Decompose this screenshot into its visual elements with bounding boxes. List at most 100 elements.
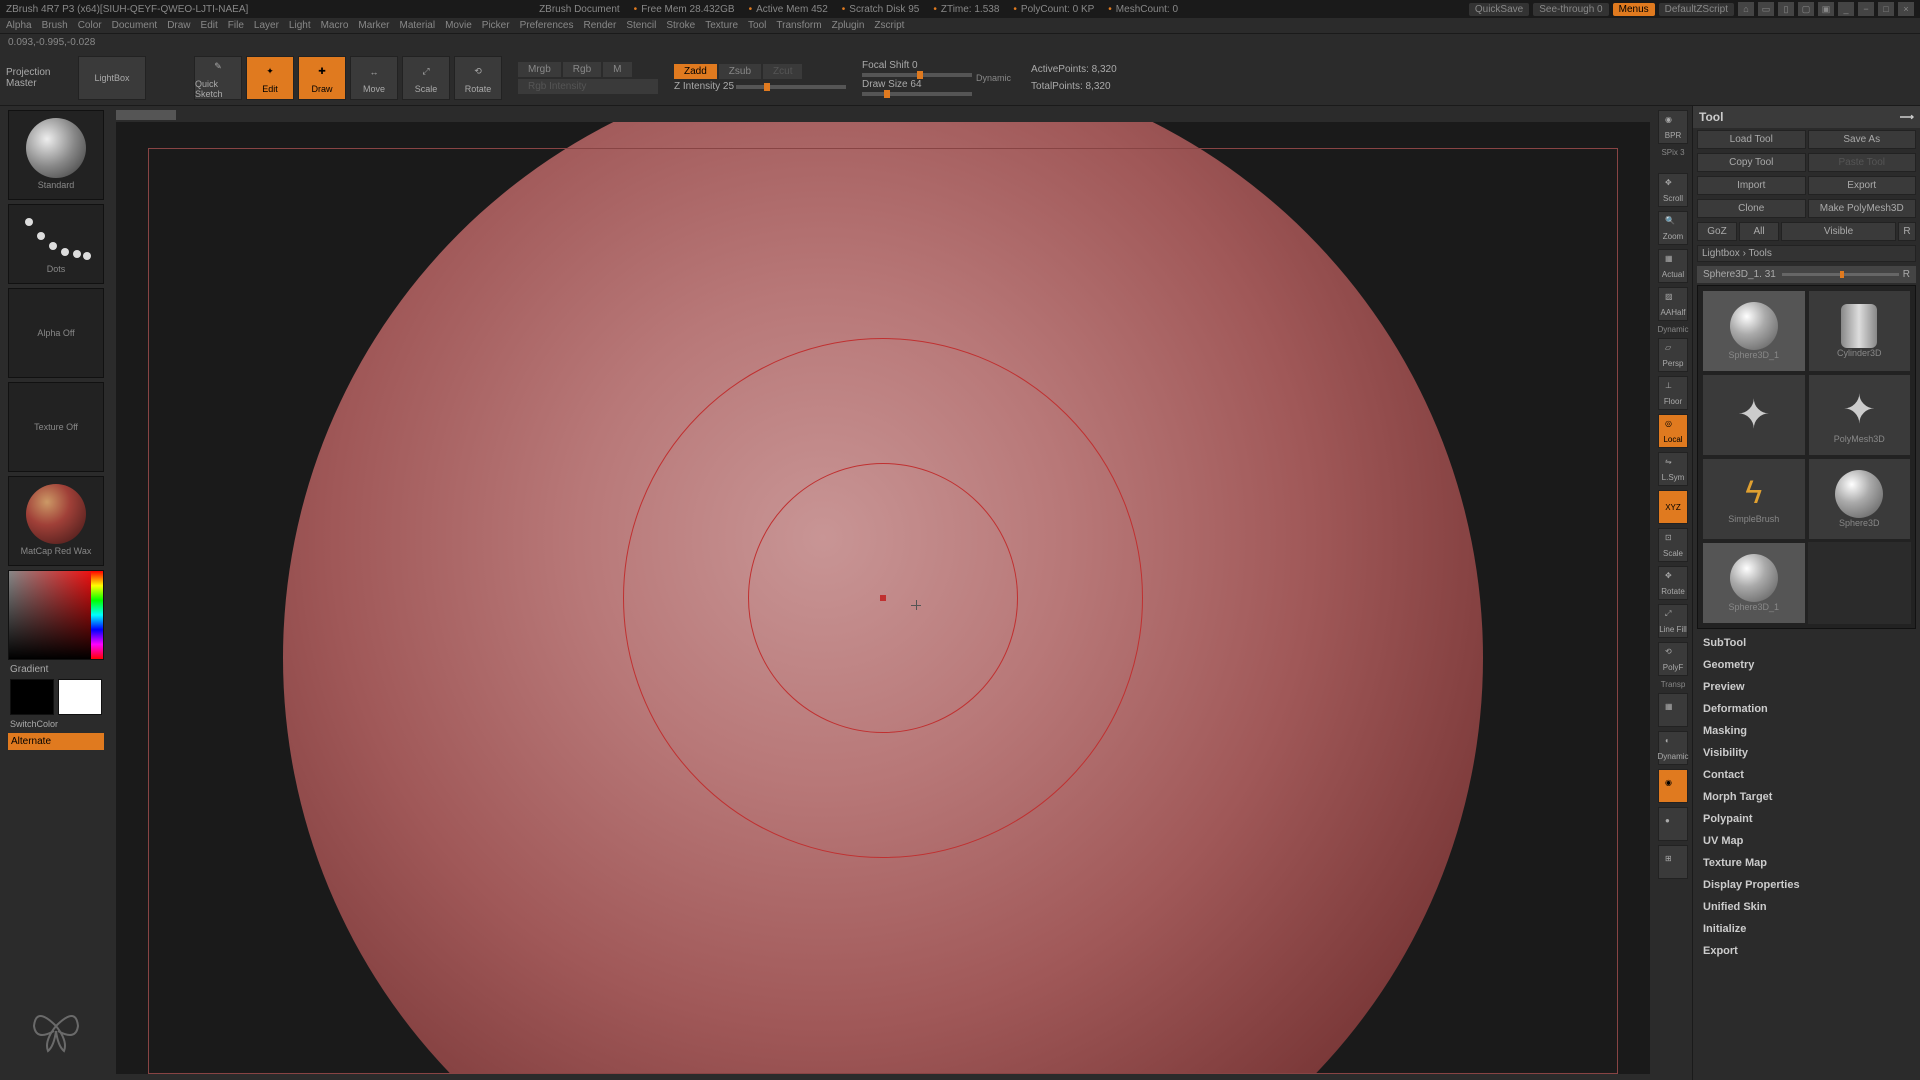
goz-r-button[interactable]: R (1898, 222, 1916, 241)
focal-shift-slider[interactable] (862, 73, 972, 77)
canvas-tab[interactable] (116, 110, 176, 120)
frame-button[interactable]: ⊡Scale (1658, 528, 1688, 562)
xpose-button[interactable]: ⊞ (1658, 845, 1688, 879)
zoom-button[interactable]: 🔍Zoom (1658, 211, 1688, 245)
layout2-icon[interactable]: ▯ (1778, 2, 1794, 16)
stroke-slot[interactable]: Dots (8, 204, 104, 284)
move-button[interactable]: ↔ Move (350, 56, 398, 100)
transp-button[interactable]: ◐Dynamic (1658, 731, 1688, 765)
primary-color-swatch[interactable] (58, 679, 102, 715)
alpha-slot[interactable]: Alpha Off (8, 288, 104, 378)
subpanel-export[interactable]: Export (1697, 941, 1916, 961)
spix-label[interactable]: SPix 3 (1661, 148, 1684, 157)
lightbox-button[interactable]: LightBox (78, 56, 146, 100)
home-icon[interactable]: ⌂ (1738, 2, 1754, 16)
draw-button[interactable]: ✚ Draw (298, 56, 346, 100)
local-button[interactable]: ◎Local (1658, 414, 1688, 448)
solo-button[interactable]: ● (1658, 807, 1688, 841)
goz-button[interactable]: GoZ (1697, 222, 1737, 241)
viewport[interactable] (116, 122, 1650, 1074)
brush-slot[interactable]: Standard (8, 110, 104, 200)
aahalf-button[interactable]: ▨AAHalf (1658, 287, 1688, 321)
layout1-icon[interactable]: ▭ (1758, 2, 1774, 16)
load-tool-button[interactable]: Load Tool (1697, 130, 1806, 149)
tool-panel-header[interactable]: Tool ⟶ (1693, 106, 1920, 128)
menu-light[interactable]: Light (289, 20, 311, 31)
maximize-icon[interactable]: □ (1878, 2, 1894, 16)
subpanel-displayprops[interactable]: Display Properties (1697, 875, 1916, 895)
gradient-label[interactable]: Gradient (4, 664, 48, 675)
close-icon[interactable]: × (1898, 2, 1914, 16)
subpanel-geometry[interactable]: Geometry (1697, 655, 1916, 675)
defaultzscript-button[interactable]: DefaultZScript (1659, 3, 1734, 16)
dynamic-toggle[interactable]: Dynamic (976, 73, 1011, 83)
menu-stroke[interactable]: Stroke (666, 20, 695, 31)
persp-button[interactable]: ▱Persp (1658, 338, 1688, 372)
make-polymesh-button[interactable]: Make PolyMesh3D (1808, 199, 1917, 218)
hide-icon[interactable]: _ (1838, 2, 1854, 16)
menu-brush[interactable]: Brush (42, 20, 68, 31)
paste-tool-button[interactable]: Paste Tool (1808, 153, 1917, 172)
export-button[interactable]: Export (1808, 176, 1917, 195)
zadd-button[interactable]: Zadd (674, 64, 717, 79)
tool-item-sphere3d[interactable]: Sphere3D (1808, 458, 1912, 540)
minimize-icon[interactable]: − (1858, 2, 1874, 16)
lsym-button[interactable]: ⇋L.Sym (1658, 452, 1688, 486)
scale-button[interactable]: ⤢ Scale (402, 56, 450, 100)
clone-button[interactable]: Clone (1697, 199, 1806, 218)
bpr-button[interactable]: ◉BPR (1658, 110, 1688, 144)
tool-item-sphere3d-1b[interactable]: Sphere3D_1 (1702, 542, 1806, 624)
rgb-intensity-slider[interactable]: Rgb Intensity (518, 79, 658, 94)
menu-document[interactable]: Document (112, 20, 158, 31)
save-as-button[interactable]: Save As (1808, 130, 1917, 149)
move-nav-button[interactable]: ✥Rotate (1658, 566, 1688, 600)
copy-tool-button[interactable]: Copy Tool (1697, 153, 1806, 172)
menu-render[interactable]: Render (584, 20, 617, 31)
subpanel-contact[interactable]: Contact (1697, 765, 1916, 785)
polyf-button[interactable]: ▦ (1658, 693, 1688, 727)
menu-file[interactable]: File (228, 20, 244, 31)
secondary-color-swatch[interactable] (10, 679, 54, 715)
mrgb-button[interactable]: Mrgb (518, 62, 561, 77)
seethrough-slider[interactable]: See-through 0 (1533, 3, 1608, 16)
projection-master-button[interactable]: Projection Master (6, 56, 74, 100)
goz-all-button[interactable]: All (1739, 222, 1779, 241)
menu-tool[interactable]: Tool (748, 20, 766, 31)
menu-zplugin[interactable]: Zplugin (832, 20, 865, 31)
menu-marker[interactable]: Marker (358, 20, 389, 31)
subpanel-initialize[interactable]: Initialize (1697, 919, 1916, 939)
m-button[interactable]: M (603, 62, 631, 77)
menu-edit[interactable]: Edit (201, 20, 218, 31)
subpanel-preview[interactable]: Preview (1697, 677, 1916, 697)
edit-button[interactable]: ✦ Edit (246, 56, 294, 100)
scroll-button[interactable]: ✥Scroll (1658, 173, 1688, 207)
rotate-button[interactable]: ⟲ Rotate (454, 56, 502, 100)
subpanel-polypaint[interactable]: Polypaint (1697, 809, 1916, 829)
menu-transform[interactable]: Transform (776, 20, 821, 31)
panel-collapse-icon[interactable]: ⟶ (1900, 112, 1914, 123)
menu-color[interactable]: Color (78, 20, 102, 31)
alternate-button[interactable]: Alternate (8, 733, 104, 750)
tool-item-cylinder3d[interactable]: Cylinder3D (1808, 290, 1912, 372)
hue-strip[interactable] (91, 571, 103, 659)
subpanel-texturemap[interactable]: Texture Map (1697, 853, 1916, 873)
goz-visible-button[interactable]: Visible (1781, 222, 1896, 241)
menu-layer[interactable]: Layer (254, 20, 279, 31)
focal-shift-label[interactable]: Focal Shift 0 (862, 60, 918, 71)
zcut-button[interactable]: Zcut (763, 64, 802, 79)
z-intensity-slider[interactable] (736, 85, 846, 89)
subpanel-uvmap[interactable]: UV Map (1697, 831, 1916, 851)
menu-picker[interactable]: Picker (482, 20, 510, 31)
subpanel-subtool[interactable]: SubTool (1697, 633, 1916, 653)
texture-slot[interactable]: Texture Off (8, 382, 104, 472)
ghost-button[interactable]: ◉ (1658, 769, 1688, 803)
menu-material[interactable]: Material (400, 20, 436, 31)
subpanel-unifiedskin[interactable]: Unified Skin (1697, 897, 1916, 917)
layout3-icon[interactable]: ▢ (1798, 2, 1814, 16)
subpanel-visibility[interactable]: Visibility (1697, 743, 1916, 763)
menu-draw[interactable]: Draw (167, 20, 190, 31)
tool-item-sphere3d-1[interactable]: Sphere3D_1 (1702, 290, 1806, 372)
subpanel-masking[interactable]: Masking (1697, 721, 1916, 741)
rotate-nav-button[interactable]: ⟲PolyF (1658, 642, 1688, 676)
z-intensity-label[interactable]: Z Intensity 25 (674, 81, 734, 92)
